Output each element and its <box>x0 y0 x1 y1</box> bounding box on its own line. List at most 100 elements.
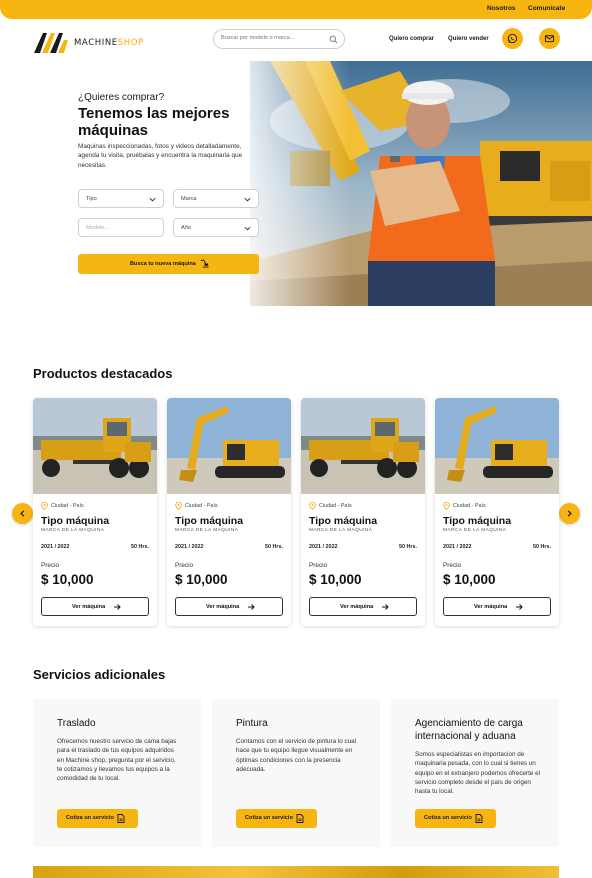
price-label: Precio <box>41 562 60 569</box>
product-card[interactable]: Ciudad - País Tipo máquina MARCA DE LA M… <box>167 398 291 626</box>
service-card-traslado: Traslado Ofrecemos nuestro servicio de c… <box>33 699 201 847</box>
product-hours: 50 Hrs. <box>399 544 417 550</box>
modelo-field[interactable]: Modelo... <box>78 218 164 237</box>
product-card[interactable]: Ciudad - País Tipo máquina MARCA DE LA M… <box>435 398 559 626</box>
logo[interactable]: MACHINESHOP <box>34 29 174 53</box>
logo-text: MACHINESHOP <box>74 38 144 48</box>
location-pin-icon <box>175 502 182 510</box>
location-pin-icon <box>443 502 450 510</box>
document-icon <box>475 814 483 823</box>
hero-title: Tenemos las mejores máquinas <box>78 105 230 139</box>
chevron-down-icon <box>149 197 156 202</box>
view-machine-button[interactable]: Ver máquina <box>41 597 149 616</box>
whatsapp-icon <box>507 33 518 44</box>
modelo-placeholder: Modelo... <box>86 225 110 231</box>
product-brand: MARCA DE LA MAQUINA <box>443 528 507 533</box>
product-year: 2021 / 2022 <box>443 544 472 550</box>
service-card-pintura: Pintura Contamos con el servicio de pint… <box>212 699 380 847</box>
price-label: Precio <box>309 562 328 569</box>
service-description: Ofrecemos nuestro servicio de cama bajas… <box>57 738 177 783</box>
product-brand: MARCA DE LA MAQUINA <box>309 528 373 533</box>
view-machine-label: Ver máquina <box>72 604 106 610</box>
quote-service-label: Cotiza un servicio <box>66 815 114 821</box>
product-year: 2021 / 2022 <box>175 544 204 550</box>
view-machine-button[interactable]: Ver máquina <box>443 597 551 616</box>
search-machine-label: Busca tu nueva máquina <box>130 261 196 267</box>
product-photo <box>435 398 559 494</box>
service-title: Agenciamiento de carga internacional y a… <box>415 718 523 742</box>
product-type: Tipo máquina <box>41 515 110 527</box>
search-icon[interactable] <box>329 35 338 44</box>
quiero-vender-link[interactable]: Quiero vender <box>448 36 489 42</box>
logo-text-part2: SHOP <box>117 38 144 48</box>
product-location: Ciudad - País <box>319 503 352 509</box>
tipo-select-label: Tipo <box>86 196 97 202</box>
quote-service-label: Cotiza un servicio <box>245 815 293 821</box>
top-bar: Nosotros Comunícate <box>0 0 592 19</box>
price-label: Precio <box>175 562 194 569</box>
arrow-right-icon <box>382 604 389 610</box>
bottom-banner <box>33 866 559 878</box>
product-location: Ciudad - País <box>51 503 84 509</box>
document-icon <box>117 814 125 823</box>
arrow-right-icon <box>248 604 255 610</box>
anio-select[interactable]: Año <box>173 218 259 237</box>
logo-text-part1: MACHINE <box>74 38 118 48</box>
view-machine-button[interactable]: Ver máquina <box>309 597 417 616</box>
product-card[interactable]: Ciudad - País Tipo máquina MARCA DE LA M… <box>33 398 157 626</box>
product-photo <box>167 398 291 494</box>
hero-description: Maquinas inspeccionadas, fotos y videos … <box>78 143 243 169</box>
product-price: $ 10,000 <box>41 572 94 587</box>
hero-section: ¿Quieres comprar? Tenemos las mejores má… <box>0 61 592 306</box>
mail-button[interactable] <box>539 28 560 49</box>
arrow-right-icon <box>114 604 121 610</box>
quote-service-button[interactable]: Cotiza un servicio <box>415 809 496 828</box>
product-location: Ciudad - País <box>185 503 218 509</box>
service-description: Somos especialistas en importacion de ma… <box>415 751 540 796</box>
quiero-comprar-link[interactable]: Quiero comprar <box>389 36 434 42</box>
product-photo <box>301 398 425 494</box>
location-pin-icon <box>309 502 316 510</box>
quote-service-button[interactable]: Cotiza un servicio <box>236 809 317 828</box>
arrow-right-icon <box>516 604 523 610</box>
price-label: Precio <box>443 562 462 569</box>
product-year: 2021 / 2022 <box>41 544 70 550</box>
header: MACHINESHOP Quiero comprar Quiero vender <box>0 19 592 61</box>
carousel-next-button[interactable] <box>559 503 580 524</box>
service-title: Traslado <box>57 718 96 729</box>
quote-service-button[interactable]: Cotiza un servicio <box>57 809 138 828</box>
carousel-prev-button[interactable] <box>12 503 33 524</box>
product-type: Tipo máquina <box>309 515 378 527</box>
product-hours: 50 Hrs. <box>265 544 283 550</box>
document-icon <box>296 814 304 823</box>
services-title: Servicios adicionales <box>33 667 166 682</box>
product-price: $ 10,000 <box>443 572 496 587</box>
nosotros-link[interactable]: Nosotros <box>487 5 516 12</box>
hero-pre-title: ¿Quieres comprar? <box>78 92 165 103</box>
tipo-select[interactable]: Tipo <box>78 189 164 208</box>
whatsapp-button[interactable] <box>502 28 523 49</box>
product-type: Tipo máquina <box>443 515 512 527</box>
chevron-left-icon <box>20 510 25 517</box>
chevron-down-icon <box>244 226 251 231</box>
marca-select[interactable]: Marca <box>173 189 259 208</box>
product-hours: 50 Hrs. <box>131 544 149 550</box>
search-machine-button[interactable]: Busca tu nueva máquina <box>78 254 259 274</box>
view-machine-label: Ver máquina <box>206 604 240 610</box>
product-hours: 50 Hrs. <box>533 544 551 550</box>
search-box[interactable] <box>213 29 345 49</box>
search-input[interactable] <box>221 35 326 41</box>
comunicate-link[interactable]: Comunícate <box>528 5 565 12</box>
product-type: Tipo máquina <box>175 515 244 527</box>
view-machine-label: Ver máquina <box>340 604 374 610</box>
product-card[interactable]: Ciudad - País Tipo máquina MARCA DE LA M… <box>301 398 425 626</box>
product-brand: MARCA DE LA MAQUINA <box>41 528 105 533</box>
product-photo <box>33 398 157 494</box>
service-card-agenciamiento: Agenciamiento de carga internacional y a… <box>391 699 559 847</box>
product-brand: MARCA DE LA MAQUINA <box>175 528 239 533</box>
location-pin-icon <box>41 502 48 510</box>
chevron-down-icon <box>244 197 251 202</box>
anio-select-label: Año <box>181 225 191 231</box>
view-machine-button[interactable]: Ver máquina <box>175 597 283 616</box>
featured-title: Productos destacados <box>33 366 173 381</box>
